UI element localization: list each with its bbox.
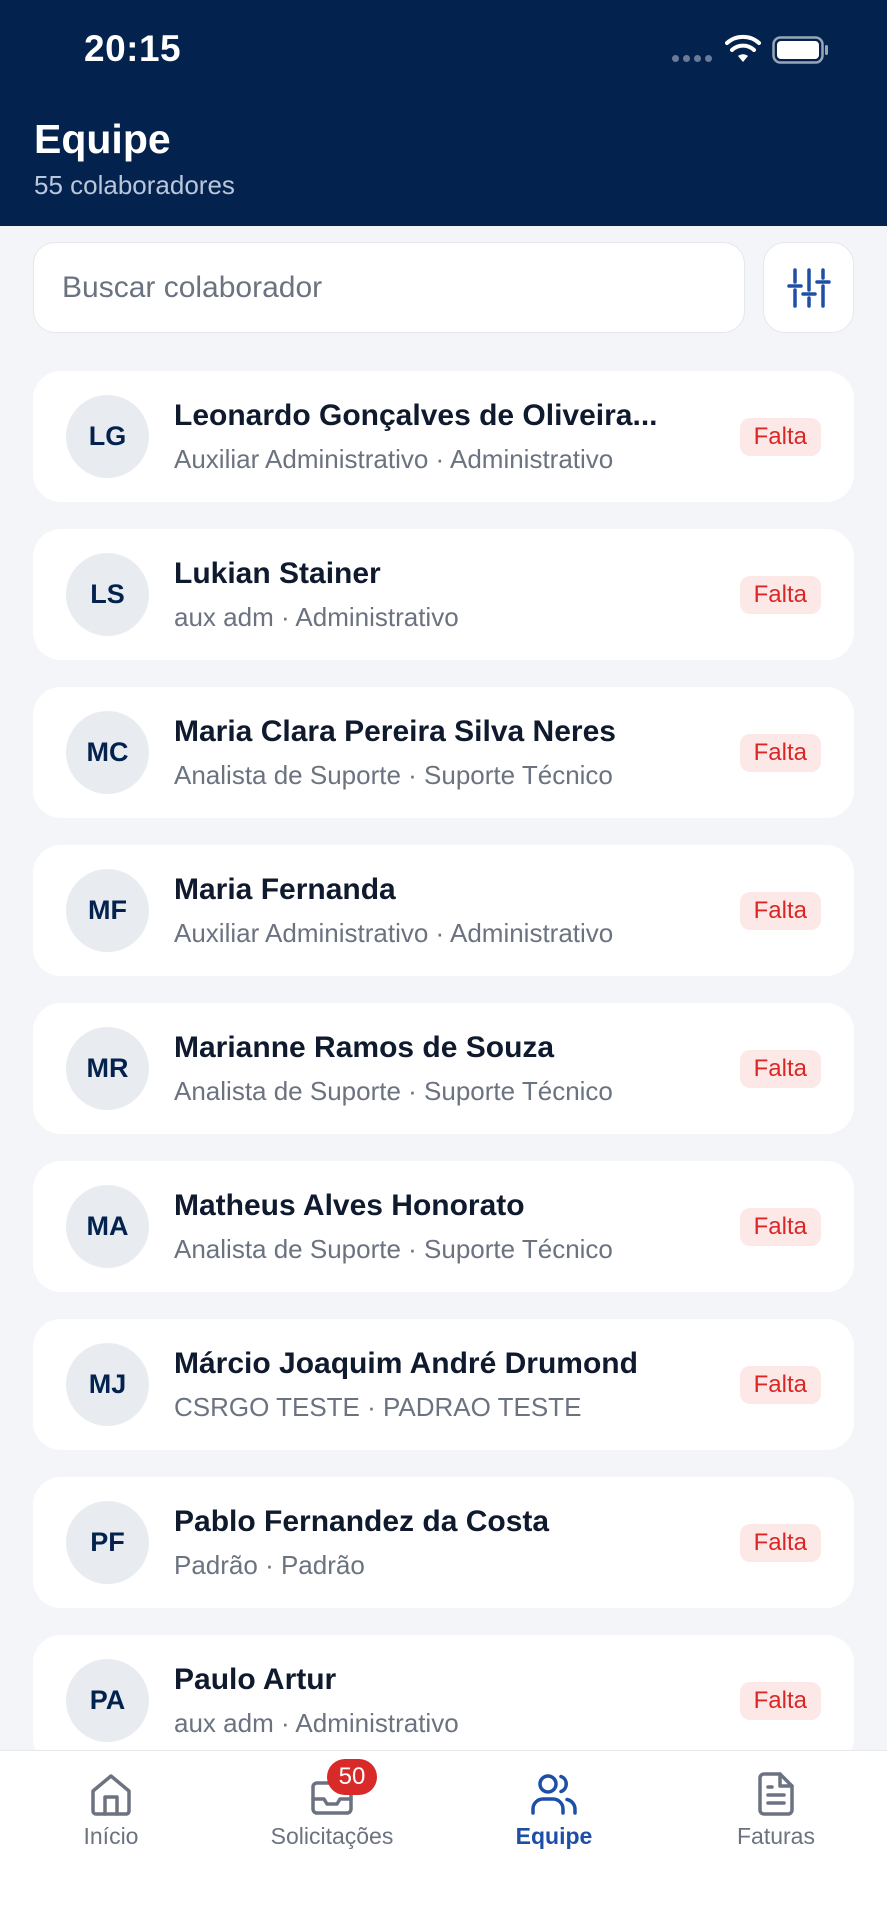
avatar: MC — [66, 711, 149, 794]
employee-card[interactable]: LG Leonardo Gonçalves de Oliveira... Aux… — [33, 371, 854, 502]
search-input[interactable]: Buscar colaborador — [33, 242, 745, 333]
employee-role: Padrão · Padrão — [174, 1550, 365, 1580]
employee-role: Analista de Suporte · Suporte Técnico — [174, 760, 613, 790]
filter-button[interactable] — [763, 242, 854, 333]
users-icon — [531, 1774, 577, 1815]
battery-icon — [772, 36, 828, 64]
nav-item-inicio[interactable]: Início — [11, 1751, 211, 1871]
avatar: MR — [66, 1027, 149, 1110]
avatar: MF — [66, 869, 149, 952]
status-badge: Falta — [739, 1050, 821, 1088]
nav-label: Faturas — [737, 1823, 815, 1849]
employee-card[interactable]: LS Lukian Stainer aux adm · Administrati… — [33, 529, 854, 660]
notification-badge: 50 — [327, 1759, 377, 1795]
employee-name: Pablo Fernandez da Costa — [174, 1505, 550, 1538]
employee-card[interactable]: PA Paulo Artur aux adm · Administrativo … — [33, 1635, 854, 1766]
avatar: LG — [66, 395, 149, 478]
nav-label: Equipe — [515, 1823, 593, 1849]
signal-icon — [672, 55, 712, 62]
nav-item-solicitacoes[interactable]: 50 Solicitações — [232, 1751, 432, 1871]
employee-name: Márcio Joaquim André Drumond — [174, 1347, 638, 1380]
employee-name: Leonardo Gonçalves de Oliveira... — [174, 399, 658, 432]
employee-card[interactable]: MF Maria Fernanda Auxiliar Administrativ… — [33, 845, 854, 976]
employee-card[interactable]: MJ Márcio Joaquim André Drumond CSRGO TE… — [33, 1319, 854, 1450]
employee-name: Marianne Ramos de Souza — [174, 1031, 555, 1064]
avatar: LS — [66, 553, 149, 636]
search-placeholder: Buscar colaborador — [62, 270, 323, 304]
employee-card[interactable]: PF Pablo Fernandez da Costa Padrão · Pad… — [33, 1477, 854, 1608]
avatar: PF — [66, 1501, 149, 1584]
avatar: MA — [66, 1185, 149, 1268]
employee-name: Paulo Artur — [174, 1663, 337, 1696]
nav-label: Solicitações — [270, 1823, 394, 1849]
status-badge: Falta — [739, 1682, 821, 1720]
employee-card[interactable]: MR Marianne Ramos de Souza Analista de S… — [33, 1003, 854, 1134]
avatar: MJ — [66, 1343, 149, 1426]
page-subtitle: 55 colaboradores — [34, 170, 235, 200]
status-badge: Falta — [739, 734, 821, 772]
sliders-icon — [786, 267, 831, 308]
employee-role: Auxiliar Administrativo · Administrativo — [174, 444, 614, 474]
nav-item-equipe[interactable]: Equipe — [454, 1751, 654, 1871]
wifi-icon — [725, 34, 761, 62]
employee-name: Maria Clara Pereira Silva Neres — [174, 715, 616, 748]
status-badge: Falta — [739, 576, 821, 614]
bottom-nav: Início 50 Solicitações Equipe Faturas — [0, 1750, 887, 1920]
home-icon — [91, 1774, 131, 1816]
employee-card[interactable]: MA Matheus Alves Honorato Analista de Su… — [33, 1161, 854, 1292]
status-badge: Falta — [739, 1366, 821, 1404]
status-badge: Falta — [739, 418, 821, 456]
employee-role: aux adm · Administrativo — [174, 1708, 459, 1738]
app-header: 20:15 Equipe 55 colaboradores — [0, 0, 887, 226]
employee-name: Maria Fernanda — [174, 873, 396, 906]
file-text-icon — [758, 1772, 794, 1816]
employee-role: CSRGO TESTE · PADRAO TESTE — [174, 1392, 582, 1422]
employee-name: Lukian Stainer — [174, 557, 381, 590]
nav-item-faturas[interactable]: Faturas — [676, 1751, 876, 1871]
status-badge: Falta — [739, 1524, 821, 1562]
status-badge: Falta — [739, 892, 821, 930]
employee-role: Analista de Suporte · Suporte Técnico — [174, 1234, 613, 1264]
status-time: 20:15 — [84, 28, 182, 69]
page-title: Equipe — [34, 116, 171, 162]
employee-name: Matheus Alves Honorato — [174, 1189, 525, 1222]
nav-label: Início — [83, 1823, 139, 1849]
avatar: PA — [66, 1659, 149, 1742]
employee-role: Auxiliar Administrativo · Administrativo — [174, 918, 614, 948]
employee-role: Analista de Suporte · Suporte Técnico — [174, 1076, 613, 1106]
status-badge: Falta — [739, 1208, 821, 1246]
employee-role: aux adm · Administrativo — [174, 602, 459, 632]
employee-card[interactable]: MC Maria Clara Pereira Silva Neres Anali… — [33, 687, 854, 818]
